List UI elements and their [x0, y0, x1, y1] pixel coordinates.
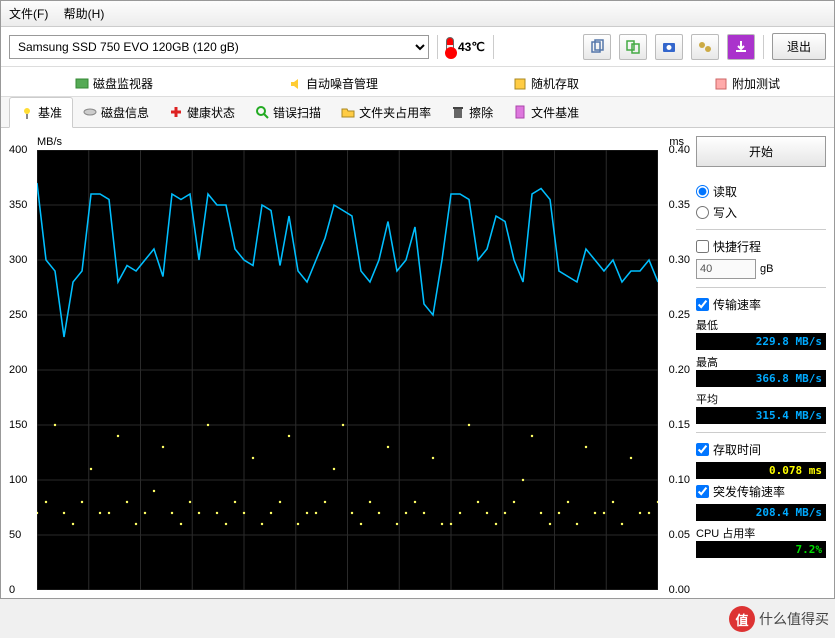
write-radio[interactable] [696, 206, 709, 219]
tab-file-benchmark[interactable]: 文件基准 [503, 97, 589, 127]
thermometer-icon [446, 37, 454, 57]
benchmark-chart: 050100150200250300350400 0.000.050.100.1… [37, 150, 658, 590]
avg-value: 315.4 MB/s [696, 407, 826, 424]
copy-icon[interactable] [583, 34, 611, 60]
read-radio[interactable] [696, 185, 709, 198]
sub-tabs: 基准 磁盘信息 健康状态 错误扫描 文件夹占用率 擦除 文件基准 [1, 97, 834, 128]
watermark-logo-icon: 值 [729, 606, 755, 632]
tab-noise-mgmt[interactable]: 自动噪音管理 [286, 71, 380, 96]
start-button[interactable]: 开始 [696, 136, 826, 167]
exit-button[interactable]: 退出 [772, 33, 826, 60]
watermark: 值 什么值得买 [729, 606, 829, 632]
chart-area: MB/s ms 050100150200250300350400 0.000.0… [9, 136, 688, 590]
tab-disk-monitor[interactable]: 磁盘监视器 [73, 71, 155, 96]
tab-folder-usage[interactable]: 文件夹占用率 [331, 97, 441, 127]
side-panel: 开始 读取 写入 快捷行程 gB 传输速率 最低 229.8 MB/s 最高 3… [696, 136, 826, 590]
tab-health[interactable]: 健康状态 [159, 97, 245, 127]
settings-icon[interactable] [691, 34, 719, 60]
burst-value: 208.4 MB/s [696, 504, 826, 521]
tab-random-access[interactable]: 随机存取 [511, 71, 581, 96]
burst-checkbox[interactable] [696, 485, 709, 498]
max-value: 366.8 MB/s [696, 370, 826, 387]
transfer-checkbox[interactable] [696, 298, 709, 311]
menu-bar: 文件(F) 帮助(H) [1, 1, 834, 27]
top-tabs: 磁盘监视器 自动噪音管理 随机存取 附加测试 [1, 67, 834, 97]
block-size-input[interactable] [696, 259, 756, 279]
menu-file[interactable]: 文件(F) [9, 7, 48, 21]
cpu-value: 7.2% [696, 541, 826, 558]
access-checkbox[interactable] [696, 443, 709, 456]
express-checkbox[interactable] [696, 240, 709, 253]
y-axis-label: MB/s [37, 136, 62, 148]
download-icon[interactable] [727, 34, 755, 60]
tab-erase[interactable]: 擦除 [441, 97, 503, 127]
temperature-display: 43℃ [446, 37, 485, 57]
menu-help[interactable]: 帮助(H) [64, 7, 105, 21]
screenshot-icon[interactable] [655, 34, 683, 60]
tab-error-scan[interactable]: 错误扫描 [245, 97, 331, 127]
min-value: 229.8 MB/s [696, 333, 826, 350]
tab-benchmark[interactable]: 基准 [9, 97, 73, 128]
tab-disk-info[interactable]: 磁盘信息 [73, 97, 159, 127]
device-select[interactable]: Samsung SSD 750 EVO 120GB (120 gB) [9, 35, 429, 59]
access-value: 0.078 ms [696, 462, 826, 479]
tab-extra-tests[interactable]: 附加测试 [712, 71, 782, 96]
copy2-icon[interactable] [619, 34, 647, 60]
toolbar: Samsung SSD 750 EVO 120GB (120 gB) 43℃ 退… [1, 27, 834, 67]
